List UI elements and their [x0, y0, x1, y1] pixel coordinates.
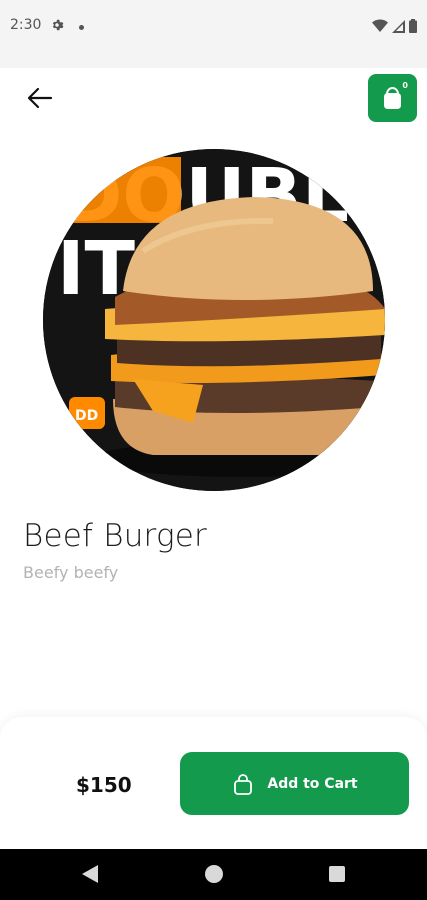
- nav-back-icon[interactable]: [82, 865, 98, 883]
- nav-home-icon[interactable]: [205, 865, 223, 883]
- cart-button[interactable]: 0: [368, 74, 417, 122]
- back-button[interactable]: [22, 82, 58, 114]
- nav-recents-icon[interactable]: [329, 866, 345, 882]
- system-nav-bar: [0, 849, 427, 900]
- battery-icon: [409, 19, 417, 33]
- cellular-icon: [392, 19, 405, 33]
- status-time: 2:30: [10, 17, 42, 33]
- status-bar: 2:30: [0, 0, 427, 68]
- wifi-icon: [372, 19, 388, 32]
- notification-dot-icon: [79, 25, 84, 30]
- back-arrow-icon: [27, 87, 53, 109]
- cart-count-badge: 0: [402, 81, 408, 90]
- shopping-bag-icon: [234, 773, 253, 795]
- poster-badge-text: DD: [75, 408, 98, 424]
- gear-icon: [50, 18, 64, 37]
- shopping-bag-icon: [384, 87, 401, 109]
- product-description: Beefy beefy: [23, 563, 119, 582]
- add-to-cart-button[interactable]: Add to Cart: [180, 752, 409, 815]
- product-price: $150: [76, 773, 132, 797]
- status-icons: [372, 19, 417, 33]
- product-image: DOUBLE IT DD: [43, 149, 385, 491]
- product-name: Beef Burger: [23, 518, 207, 554]
- add-to-cart-label: Add to Cart: [267, 775, 358, 792]
